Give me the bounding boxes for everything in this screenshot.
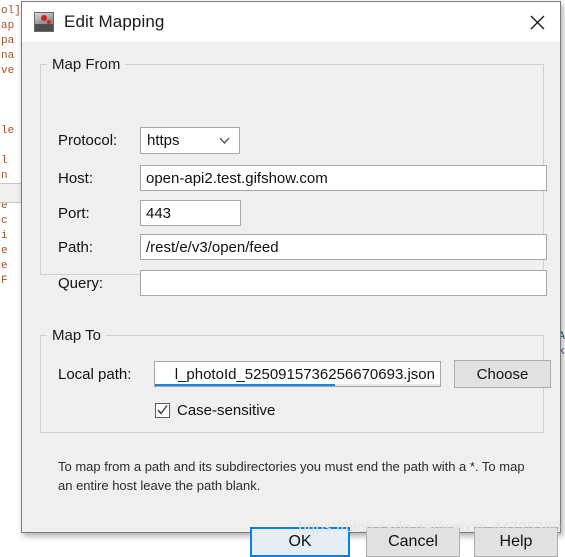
help-description: To map from a path and its subdirectorie… [58, 459, 525, 493]
host-input[interactable]: open-api2.test.gifshow.com [140, 165, 547, 191]
close-icon[interactable] [514, 2, 560, 42]
map-to-legend: Map To [52, 327, 101, 344]
dialog-body: Map From Protocol: https Host: open-api2… [22, 42, 560, 557]
local-path-row: Local path: l_photoId_525091573625667069… [58, 361, 441, 387]
dialog-title: Edit Mapping [64, 12, 165, 31]
port-value: 443 [146, 204, 172, 222]
choose-button[interactable]: Choose [454, 360, 551, 388]
local-path-value: l_photoId_5250915736256670693.json [174, 365, 435, 383]
protocol-value: https [147, 132, 180, 149]
port-input[interactable]: 443 [140, 200, 241, 226]
edit-mapping-dialog: Edit Mapping Map From Protocol: https Ho… [21, 1, 561, 557]
checkmark-icon [157, 405, 168, 415]
help-button[interactable]: Help [474, 527, 558, 557]
query-input[interactable] [140, 270, 547, 296]
host-row: Host: open-api2.test.gifshow.com [58, 165, 547, 191]
ok-button[interactable]: OK [250, 527, 350, 557]
local-path-label: Local path: [58, 365, 132, 383]
background-toolbar-strip [0, 183, 22, 203]
case-sensitive-label: Case-sensitive [177, 402, 276, 419]
case-sensitive-row[interactable]: Case-sensitive [155, 402, 275, 419]
map-from-legend: Map From [52, 56, 121, 73]
host-value: open-api2.test.gifshow.com [146, 169, 328, 187]
query-row: Query: [58, 270, 547, 296]
chevron-down-icon [218, 132, 231, 149]
dialog-titlebar: Edit Mapping [22, 2, 560, 42]
protocol-label: Protocol: [58, 132, 118, 149]
path-row: Path: /rest/e/v3/open/feed [58, 234, 547, 260]
port-label: Port: [58, 204, 90, 222]
local-path-scrollbar[interactable] [155, 384, 440, 386]
case-sensitive-checkbox[interactable] [155, 403, 170, 418]
port-row: Port: 443 [58, 200, 241, 226]
background-code-left: ol] ap pa na ve le l n e e c i e e F [1, 5, 21, 287]
protocol-select[interactable]: https [140, 127, 240, 154]
host-label: Host: [58, 169, 94, 187]
protocol-row: Protocol: https [58, 127, 240, 154]
path-label: Path: [58, 238, 94, 256]
local-path-input[interactable]: l_photoId_5250915736256670693.json [154, 361, 441, 387]
path-input[interactable]: /rest/e/v3/open/feed [140, 234, 547, 260]
charles-proxy-icon [34, 12, 54, 32]
cancel-button[interactable]: Cancel [366, 527, 460, 557]
path-value: /rest/e/v3/open/feed [146, 238, 279, 256]
query-label: Query: [58, 274, 104, 292]
